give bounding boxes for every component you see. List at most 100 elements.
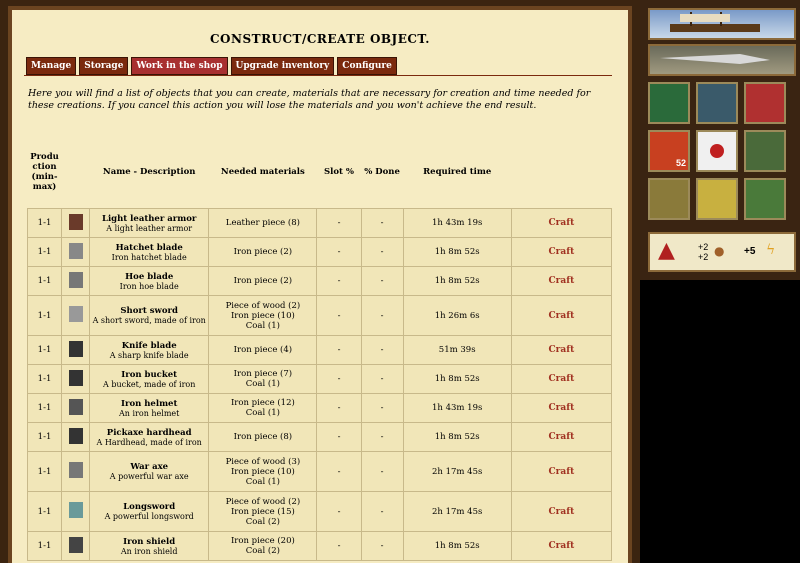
main-panel: CONSTRUCT/CREATE OBJECT. Manage Storage Wo… bbox=[0, 0, 640, 563]
production-cell: 1-1 bbox=[26, 422, 63, 452]
japan-flag-icon[interactable] bbox=[696, 130, 738, 172]
tab-storage[interactable]: Storage bbox=[79, 57, 129, 75]
tab-upgrade-inventory[interactable]: Upgrade inventory bbox=[230, 57, 335, 75]
material-item: Iron piece (10) bbox=[230, 466, 295, 477]
name-cell: War axe A powerful war axe bbox=[89, 451, 210, 492]
scroll-icon[interactable] bbox=[744, 178, 786, 220]
iron-bucket-icon bbox=[68, 369, 83, 386]
material-item: Piece of wood (2) bbox=[225, 496, 301, 507]
craft-link[interactable]: Craft bbox=[549, 541, 575, 551]
stat-a-sub: +2 bbox=[698, 252, 709, 262]
material-item: Coal (1) bbox=[245, 379, 280, 389]
icon-cell bbox=[61, 364, 91, 394]
dice-icon[interactable]: 52 bbox=[648, 130, 690, 172]
craft-link[interactable]: Craft bbox=[549, 345, 575, 355]
material-item: Iron piece (2) bbox=[233, 276, 293, 286]
material-item: Coal (2) bbox=[245, 516, 280, 527]
done-cell: - bbox=[360, 295, 404, 336]
name-cell: Short sword A short sword, made of iron bbox=[89, 295, 210, 336]
nut-icon: ● bbox=[714, 244, 725, 258]
page-title: CONSTRUCT/CREATE OBJECT. bbox=[210, 32, 430, 46]
iron-shield-icon bbox=[68, 536, 83, 553]
sword-icon[interactable] bbox=[696, 82, 738, 124]
craft-link[interactable]: Craft bbox=[549, 432, 575, 442]
icon-cell bbox=[61, 451, 91, 492]
table-row: 1-1 Iron bucket A bucket, made of iron Iron… bbox=[26, 364, 613, 394]
slot-cell: - bbox=[316, 451, 362, 492]
time-cell: 1h 8m 52s bbox=[402, 531, 512, 561]
table-row: 1-1 Knife blade A sharp knife blade Iron pi… bbox=[26, 335, 613, 365]
item-name: Iron helmet bbox=[120, 398, 178, 409]
material-item: Iron piece (8) bbox=[233, 432, 293, 442]
tab-manage[interactable]: Manage bbox=[26, 57, 77, 75]
craft-link[interactable]: Craft bbox=[549, 403, 575, 413]
time-cell: 2h 17m 45s bbox=[402, 491, 512, 532]
knife-blade-icon bbox=[68, 340, 83, 357]
col-materials: Needed materials bbox=[220, 167, 305, 177]
craft-link[interactable]: Craft bbox=[549, 247, 575, 257]
material-item: Iron piece (4) bbox=[233, 345, 293, 355]
slot-cell: - bbox=[316, 364, 362, 394]
item-name: War axe bbox=[130, 462, 169, 472]
name-cell: Light leather armor A light leather armor bbox=[89, 208, 210, 238]
soldiers-icon[interactable] bbox=[744, 130, 786, 172]
materials-cell: Iron piece (8) bbox=[208, 422, 318, 452]
coin-pile-icon[interactable] bbox=[696, 178, 738, 220]
slot-cell: - bbox=[316, 422, 362, 452]
item-description: Iron hoe blade bbox=[119, 281, 179, 291]
materials-cell: Iron piece (12) Coal (1) bbox=[208, 393, 318, 423]
col-time: Required time bbox=[423, 167, 492, 177]
action-cell: Craft bbox=[510, 266, 613, 296]
item-name: Knife blade bbox=[121, 340, 177, 351]
tab-bar: Manage Storage Work in the shop Upgrade inv… bbox=[26, 57, 397, 75]
production-cell: 1-1 bbox=[26, 393, 63, 423]
item-description: A Hardhead, made of iron bbox=[96, 437, 202, 447]
war-axe-icon bbox=[68, 462, 83, 478]
slot-cell: - bbox=[316, 237, 362, 267]
item-description: An iron helmet bbox=[119, 408, 180, 418]
production-cell: 1-1 bbox=[26, 208, 63, 238]
weapon-banner[interactable] bbox=[648, 44, 796, 76]
craft-link[interactable]: Craft bbox=[549, 276, 575, 286]
item-name: Hoe blade bbox=[125, 271, 174, 282]
ship-icon bbox=[670, 12, 760, 32]
action-cell: Craft bbox=[510, 237, 613, 267]
icon-cell bbox=[61, 531, 91, 561]
slot-cell: - bbox=[316, 295, 362, 336]
gold-coins-icon[interactable] bbox=[648, 178, 690, 220]
tab-configure[interactable]: Configure bbox=[337, 57, 397, 75]
production-cell: 1-1 bbox=[26, 335, 63, 365]
eagle-crest-icon[interactable] bbox=[744, 82, 786, 124]
tab-work-in-the-shop[interactable]: Work in the shop bbox=[131, 57, 228, 75]
item-name: Light leather armor bbox=[101, 213, 197, 224]
item-name: Short sword bbox=[120, 306, 178, 316]
action-cell: Craft bbox=[510, 531, 613, 561]
action-cell: Craft bbox=[510, 491, 613, 532]
blade-icon bbox=[660, 54, 770, 64]
material-item: Leather piece (8) bbox=[225, 218, 300, 228]
craft-link[interactable]: Craft bbox=[549, 507, 575, 517]
item-name: Longsword bbox=[123, 502, 176, 512]
craft-link[interactable]: Craft bbox=[549, 218, 575, 228]
col-action bbox=[511, 136, 611, 209]
slot-cell: - bbox=[316, 335, 362, 365]
icon-cell bbox=[61, 295, 91, 336]
craft-link[interactable]: Craft bbox=[549, 311, 575, 321]
ship-banner[interactable] bbox=[648, 8, 796, 40]
materials-cell: Piece of wood (3) Iron piece (10) Coal (1) bbox=[208, 451, 318, 492]
material-item: Piece of wood (2) bbox=[225, 300, 301, 311]
materials-cell: Piece of wood (2) Iron piece (15) Coal (2) bbox=[208, 491, 318, 532]
character-icon[interactable] bbox=[648, 82, 690, 124]
item-name: Hatchet blade bbox=[115, 242, 183, 253]
craft-link[interactable]: Craft bbox=[549, 374, 575, 384]
icon-cell bbox=[61, 422, 91, 452]
time-cell: 1h 43m 19s bbox=[402, 393, 512, 423]
craft-link[interactable]: Craft bbox=[549, 467, 575, 477]
flag-sun bbox=[710, 144, 724, 158]
action-cell: Craft bbox=[510, 364, 613, 394]
item-description: An iron shield bbox=[120, 546, 178, 556]
parchment-panel: CONSTRUCT/CREATE OBJECT. Manage Storage Wo… bbox=[8, 6, 632, 563]
icon-cell bbox=[61, 393, 91, 423]
item-description: A short sword, made of iron bbox=[92, 316, 206, 325]
col-name: Name - Description bbox=[102, 167, 196, 177]
